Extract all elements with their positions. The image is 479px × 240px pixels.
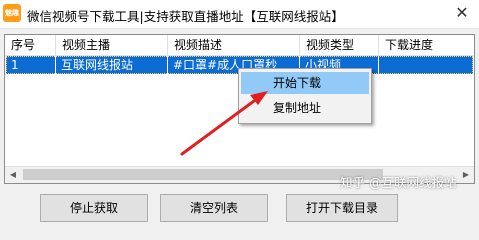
cell-progress [379,56,473,74]
clear-list-button[interactable]: 清空列表 [160,194,268,222]
watermark: 知乎 @互联网线报站 [340,175,457,190]
cell-anchor: 互联网线报站 [56,56,168,74]
window-title: 微信视频号下载工具|支持获取直播地址【互联网线报站】 [27,9,344,24]
menu-item-copy-address[interactable]: 复制地址 [241,97,369,119]
list-header: 序号 视频主播 视频描述 视频类型 下载进度 [5,35,474,56]
scroll-right-icon[interactable]: ▶ [458,167,474,183]
open-download-folder-button[interactable]: 打开下载目录 [286,194,398,222]
app-icon: 魅趣 [3,4,21,22]
scrollbar-thumb[interactable] [23,169,383,180]
column-header-index[interactable]: 序号 [5,35,56,55]
column-header-progress[interactable]: 下载进度 [379,35,474,55]
column-header-type[interactable]: 视频类型 [300,35,379,55]
scroll-left-icon[interactable]: ◀ [5,167,21,183]
close-icon[interactable]: ✕ [451,2,473,24]
cell-index: 1 [6,56,56,74]
stop-fetch-button[interactable]: 停止获取 [40,194,148,222]
menu-item-start-download[interactable]: 开始下载 [241,72,369,94]
column-header-anchor[interactable]: 视频主播 [56,35,168,55]
column-header-description[interactable]: 视频描述 [168,35,300,55]
context-menu: 开始下载 复制地址 [238,68,372,124]
title-bar: 魅趣 微信视频号下载工具|支持获取直播地址【互联网线报站】 ✕ [0,0,479,29]
